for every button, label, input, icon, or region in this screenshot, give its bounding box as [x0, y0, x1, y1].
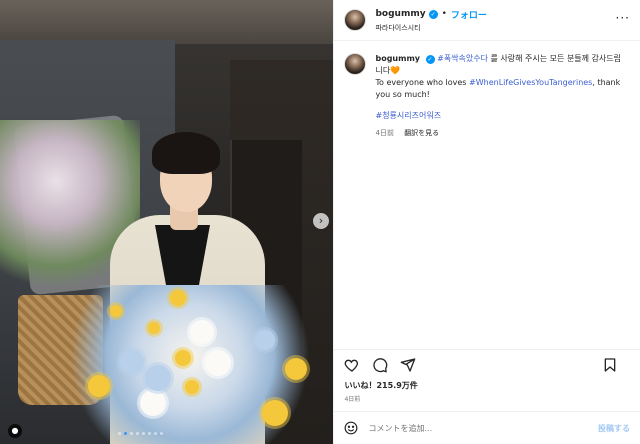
- blue-flower: [255, 330, 275, 350]
- location-link[interactable]: 파라다이스시티: [375, 23, 486, 33]
- avatar[interactable]: [344, 53, 367, 75]
- person-hair: [152, 132, 220, 174]
- post-photo[interactable]: › ●: [0, 0, 334, 444]
- hashtag-link[interactable]: #WhenLifeGivesYouTangerines: [469, 78, 592, 87]
- white-flower: [205, 350, 231, 376]
- post-header: bogummy ✓ • フォロー 파라다이스시티 ···: [334, 0, 640, 41]
- yellow-flower: [170, 290, 186, 306]
- carousel-dot: [142, 432, 145, 435]
- separator: •: [441, 9, 447, 19]
- orange-heart-emoji: 🧡: [390, 66, 401, 75]
- action-bar: [334, 349, 640, 380]
- carousel-dot: [160, 432, 163, 435]
- caption-text-en: To everyone who loves: [375, 78, 470, 87]
- instagram-post: › ● bogummy ✓ • フォロー 파라다이스시티 ··· bogummy…: [0, 0, 640, 444]
- user-tag-icon[interactable]: ●: [8, 424, 22, 438]
- carousel-dot: [136, 432, 139, 435]
- yellow-flower: [88, 375, 110, 397]
- post-comment-button[interactable]: 投稿する: [598, 423, 630, 434]
- hashtag-link[interactable]: #청룡시리즈어워즈: [375, 111, 441, 120]
- carousel-dot: [124, 432, 127, 435]
- share-icon[interactable]: [400, 357, 416, 373]
- carousel-dot: [154, 432, 157, 435]
- verified-badge-icon: ✓: [425, 55, 435, 64]
- post-side-panel: bogummy ✓ • フォロー 파라다이스시티 ··· bogummy ✓ #…: [333, 0, 640, 444]
- bookmark-icon[interactable]: [602, 357, 618, 373]
- caption: bogummy ✓ #폭싹속았수다 를 사랑해 주시는 모든 분들께 감사드립니…: [344, 53, 630, 139]
- caption-username[interactable]: bogummy: [375, 54, 420, 63]
- yellow-flower: [110, 305, 122, 317]
- carousel-dot: [130, 432, 133, 435]
- blue-flower: [120, 350, 144, 374]
- header-username[interactable]: bogummy: [375, 9, 425, 19]
- verified-badge-icon: ✓: [428, 9, 438, 19]
- likes-count[interactable]: いいね！215.9万件: [334, 380, 640, 391]
- comment-icon[interactable]: [372, 357, 388, 373]
- caption-time[interactable]: 4日前: [375, 129, 393, 137]
- ceiling: [0, 0, 334, 44]
- translate-link[interactable]: 翻訳を見る: [404, 129, 439, 137]
- more-options-icon[interactable]: ···: [616, 12, 630, 24]
- yellow-flower: [185, 380, 199, 394]
- yellow-flower: [148, 322, 160, 334]
- carousel-dot: [148, 432, 151, 435]
- follow-button[interactable]: フォロー: [451, 8, 487, 21]
- caption-area: bogummy ✓ #폭싹속았수다 를 사랑해 주시는 모든 분들께 감사드립니…: [334, 41, 640, 349]
- comment-input[interactable]: [366, 422, 598, 434]
- white-flower: [190, 320, 214, 344]
- chevron-right-icon: ›: [318, 214, 324, 227]
- carousel-dot: [118, 432, 121, 435]
- blue-flower: [145, 365, 171, 391]
- white-flower: [140, 390, 166, 416]
- yellow-flower: [175, 350, 191, 366]
- carousel-dots: [118, 432, 163, 435]
- yellow-flower: [285, 358, 307, 380]
- carousel-next-button[interactable]: ›: [313, 213, 329, 229]
- avatar[interactable]: [344, 9, 367, 31]
- hashtag-link[interactable]: #폭싹속았수다: [437, 54, 488, 63]
- emoji-icon[interactable]: [344, 421, 358, 435]
- heart-icon[interactable]: [344, 357, 360, 373]
- yellow-flower: [262, 400, 288, 426]
- post-date[interactable]: 4日前: [334, 391, 640, 411]
- comment-bar: 投稿する: [334, 411, 640, 444]
